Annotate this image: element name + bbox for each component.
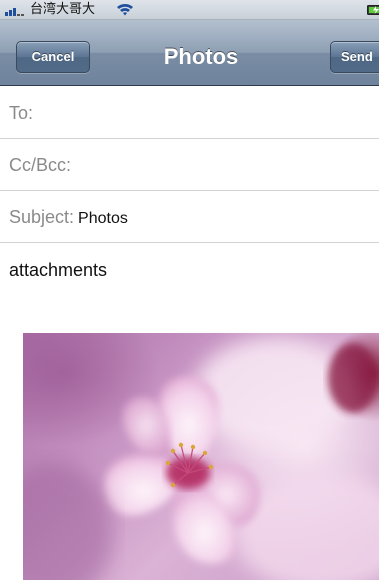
cc-bcc-label: Cc/Bcc: — [9, 155, 72, 175]
battery-icon — [367, 5, 379, 15]
cc-bcc-field[interactable]: Cc/Bcc: — [0, 139, 379, 191]
subject-label: Subject: — [9, 207, 75, 227]
message-body[interactable]: attachments — [9, 258, 107, 282]
cancel-button[interactable]: Cancel — [16, 41, 90, 73]
subject-field[interactable]: Subject: Photos — [0, 191, 379, 243]
cherry-blossom-image — [23, 338, 379, 580]
subject-value: Photos — [78, 210, 128, 227]
page-title: Photos — [163, 44, 239, 69]
navigation-bar: Cancel Photos Send — [0, 20, 379, 86]
status-bar: 台湾大哥大 — [0, 0, 379, 20]
signal-bars-icon — [5, 8, 24, 16]
attached-photo[interactable] — [23, 333, 379, 580]
wifi-icon — [117, 3, 133, 16]
to-field[interactable]: To: — [0, 87, 379, 139]
mail-compose-screen: 台湾大哥大 Cancel Photos Send To: Cc/Bcc: Sub… — [0, 0, 379, 580]
send-button[interactable]: Send — [330, 41, 379, 73]
to-label: To: — [9, 103, 34, 123]
carrier-name: 台湾大哥大 — [30, 2, 96, 17]
